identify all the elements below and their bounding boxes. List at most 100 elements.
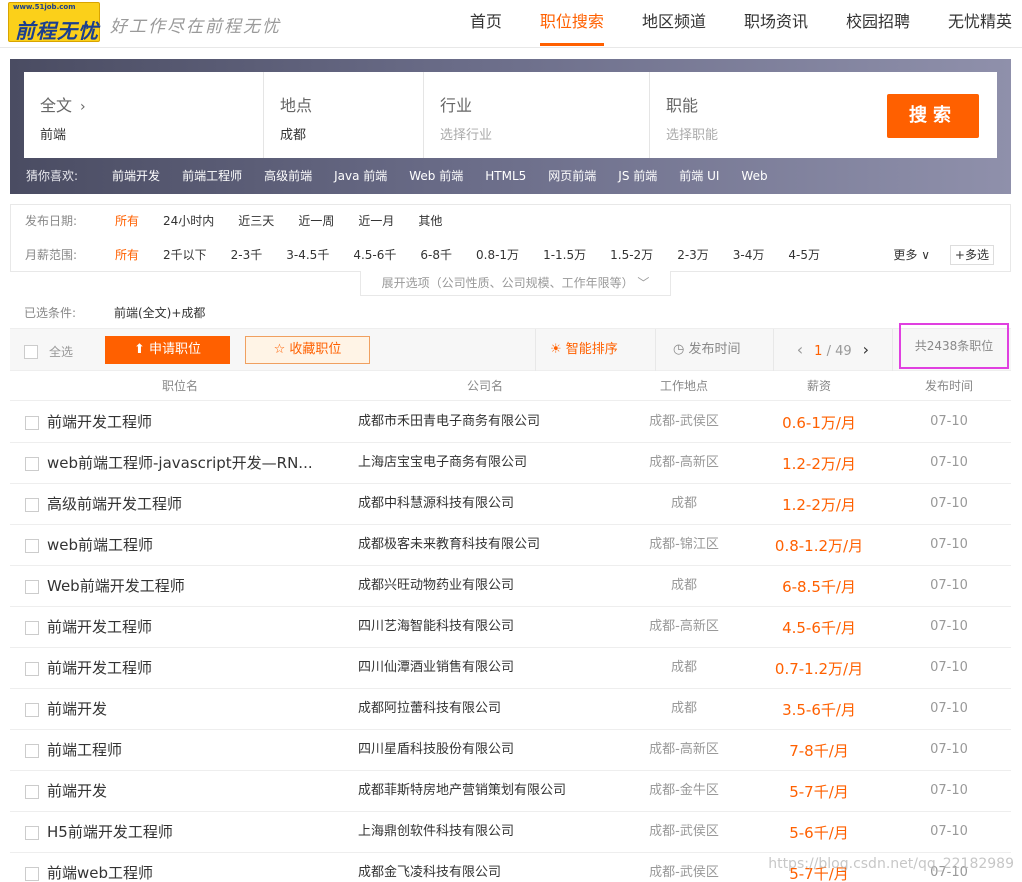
next-page-icon[interactable]: ›: [856, 329, 876, 371]
company-link[interactable]: 成都菲斯特房地产营销策划有限公司: [358, 771, 608, 811]
guess-item[interactable]: 高级前端: [264, 167, 312, 184]
select-all-checkbox[interactable]: [24, 344, 38, 359]
table-row[interactable]: 前端开发工程师 四川艺海智能科技有限公司 成都-高新区 4.5-6千/月 07-10: [10, 607, 1011, 648]
job-title-link[interactable]: 前端开发工程师: [47, 648, 337, 688]
row-checkbox[interactable]: [25, 867, 39, 881]
table-row[interactable]: H5前端开发工程师 上海鼎创软件科技有限公司 成都-武侯区 5-6千/月 07-10: [10, 812, 1011, 853]
job-title-link[interactable]: 高级前端开发工程师: [47, 484, 337, 524]
date-option[interactable]: 24小时内: [163, 206, 214, 236]
row-checkbox[interactable]: [25, 662, 39, 676]
job-title-link[interactable]: web前端工程师-javascript开发—RN...: [47, 443, 337, 483]
chevron-right-icon[interactable]: ›: [80, 99, 86, 115]
date-option[interactable]: 近一月: [358, 206, 394, 236]
row-checkbox[interactable]: [25, 703, 39, 717]
job-title-link[interactable]: 前端web工程师: [47, 853, 337, 882]
table-row[interactable]: 高级前端开发工程师 成都中科慧源科技有限公司 成都 1.2-2万/月 07-10: [10, 484, 1011, 525]
row-checkbox[interactable]: [25, 785, 39, 799]
nav-elite[interactable]: 无忧精英: [948, 0, 1012, 48]
search-button[interactable]: 搜索: [887, 94, 979, 138]
fulltext-input[interactable]: 前端: [40, 124, 66, 143]
row-checkbox[interactable]: [25, 621, 39, 635]
job-title-link[interactable]: 前端开发: [47, 771, 337, 811]
location-input[interactable]: 成都: [280, 124, 306, 143]
guess-item[interactable]: 前端 UI: [679, 167, 719, 184]
company-link[interactable]: 上海鼎创软件科技有限公司: [358, 812, 608, 852]
date-option[interactable]: 所有: [115, 206, 139, 236]
company-link[interactable]: 成都中科慧源科技有限公司: [358, 484, 608, 524]
table-row[interactable]: 前端开发工程师 四川仙潭酒业销售有限公司 成都 0.7-1.2万/月 07-10: [10, 648, 1011, 689]
select-all[interactable]: 全选: [24, 343, 73, 360]
salary-option[interactable]: 所有: [115, 240, 139, 270]
job-title-link[interactable]: 前端开发工程师: [47, 607, 337, 647]
job-title-link[interactable]: 前端开发工程师: [47, 402, 337, 442]
guess-item[interactable]: 前端开发: [112, 167, 160, 184]
row-checkbox[interactable]: [25, 826, 39, 840]
job-title-link[interactable]: H5前端开发工程师: [47, 812, 337, 852]
expand-options[interactable]: 展开选项（公司性质、公司规模、工作年限等） ﹀: [360, 271, 671, 296]
prev-page-icon[interactable]: ‹: [790, 329, 810, 371]
row-checkbox[interactable]: [25, 416, 39, 430]
apply-button[interactable]: ⬆ 申请职位: [105, 336, 230, 364]
company-link[interactable]: 四川艺海智能科技有限公司: [358, 607, 608, 647]
salary-option[interactable]: 4-5万: [788, 240, 820, 270]
company-link[interactable]: 成都极客未来教育科技有限公司: [358, 525, 608, 565]
guess-item[interactable]: Web 前端: [409, 167, 463, 184]
nav-home[interactable]: 首页: [470, 0, 502, 48]
date-option[interactable]: 其他: [418, 206, 442, 236]
date-option[interactable]: 近三天: [238, 206, 274, 236]
company-link[interactable]: 成都兴旺动物药业有限公司: [358, 566, 608, 606]
sort-smart[interactable]: ☀ 智能排序: [550, 329, 618, 371]
function-field[interactable]: 职能 选择职能: [650, 72, 870, 158]
collect-button[interactable]: ☆ 收藏职位: [245, 336, 370, 364]
job-title-link[interactable]: 前端开发: [47, 689, 337, 729]
table-row[interactable]: 前端工程师 四川星盾科技股份有限公司 成都-高新区 7-8千/月 07-10: [10, 730, 1011, 771]
table-row[interactable]: 前端开发 成都菲斯特房地产营销策划有限公司 成都-金牛区 5-7千/月 07-10: [10, 771, 1011, 812]
salary-option[interactable]: 1.5-2万: [610, 240, 653, 270]
nav-campus[interactable]: 校园招聘: [846, 0, 910, 48]
salary-option[interactable]: 6-8千: [420, 240, 452, 270]
table-row[interactable]: 前端开发工程师 成都市禾田青电子商务有限公司 成都-武侯区 0.6-1万/月 07-10: [10, 402, 1011, 443]
salary-option[interactable]: 3-4万: [733, 240, 765, 270]
guess-item[interactable]: Web: [741, 169, 767, 183]
salary-option[interactable]: 2-3千: [231, 240, 263, 270]
date-option[interactable]: 近一周: [298, 206, 334, 236]
table-row[interactable]: web前端工程师 成都极客未来教育科技有限公司 成都-锦江区 0.8-1.2万/月 07…: [10, 525, 1011, 566]
salary-option[interactable]: 0.8-1万: [476, 240, 519, 270]
nav-regions[interactable]: 地区频道: [642, 0, 706, 48]
company-link[interactable]: 上海店宝宝电子商务有限公司: [358, 443, 608, 483]
salary-option[interactable]: 4.5-6千: [353, 240, 396, 270]
industry-select[interactable]: 选择行业: [440, 124, 492, 143]
job-title-link[interactable]: Web前端开发工程师: [47, 566, 337, 606]
guess-item[interactable]: 网页前端: [548, 167, 596, 184]
table-row[interactable]: web前端工程师-javascript开发—RN... 上海店宝宝电子商务有限公司…: [10, 443, 1011, 484]
row-checkbox[interactable]: [25, 539, 39, 553]
nav-job-search[interactable]: 职位搜索: [539, 0, 604, 48]
salary-option[interactable]: 1-1.5万: [543, 240, 586, 270]
company-link[interactable]: 四川星盾科技股份有限公司: [358, 730, 608, 770]
row-checkbox[interactable]: [25, 457, 39, 471]
site-logo[interactable]: www.51job.com 前程无忧: [8, 2, 100, 43]
guess-item[interactable]: HTML5: [485, 169, 526, 183]
industry-field[interactable]: 行业 选择行业: [424, 72, 650, 158]
company-link[interactable]: 成都金飞凌科技有限公司: [358, 853, 608, 882]
multi-select-button[interactable]: +多选: [949, 245, 994, 265]
row-checkbox[interactable]: [25, 498, 39, 512]
company-link[interactable]: 成都市禾田青电子商务有限公司: [358, 402, 608, 442]
company-link[interactable]: 成都阿拉蕾科技有限公司: [358, 689, 608, 729]
location-field[interactable]: 地点 成都: [264, 72, 424, 158]
salary-option[interactable]: 2千以下: [163, 240, 207, 270]
guess-item[interactable]: JS 前端: [618, 167, 657, 184]
salary-option[interactable]: 3-4.5千: [286, 240, 329, 270]
sort-time[interactable]: ◷ 发布时间: [673, 329, 741, 371]
guess-item[interactable]: 前端工程师: [182, 167, 242, 184]
function-select[interactable]: 选择职能: [666, 124, 718, 143]
row-checkbox[interactable]: [25, 580, 39, 594]
guess-item[interactable]: Java 前端: [334, 167, 387, 184]
salary-option[interactable]: 2-3万: [677, 240, 709, 270]
nav-career-news[interactable]: 职场资讯: [744, 0, 808, 48]
job-title-link[interactable]: web前端工程师: [47, 525, 337, 565]
table-row[interactable]: 前端开发 成都阿拉蕾科技有限公司 成都 3.5-6千/月 07-10: [10, 689, 1011, 730]
job-title-link[interactable]: 前端工程师: [47, 730, 337, 770]
table-row[interactable]: Web前端开发工程师 成都兴旺动物药业有限公司 成都 6-8.5千/月 07-10: [10, 566, 1011, 607]
company-link[interactable]: 四川仙潭酒业销售有限公司: [358, 648, 608, 688]
